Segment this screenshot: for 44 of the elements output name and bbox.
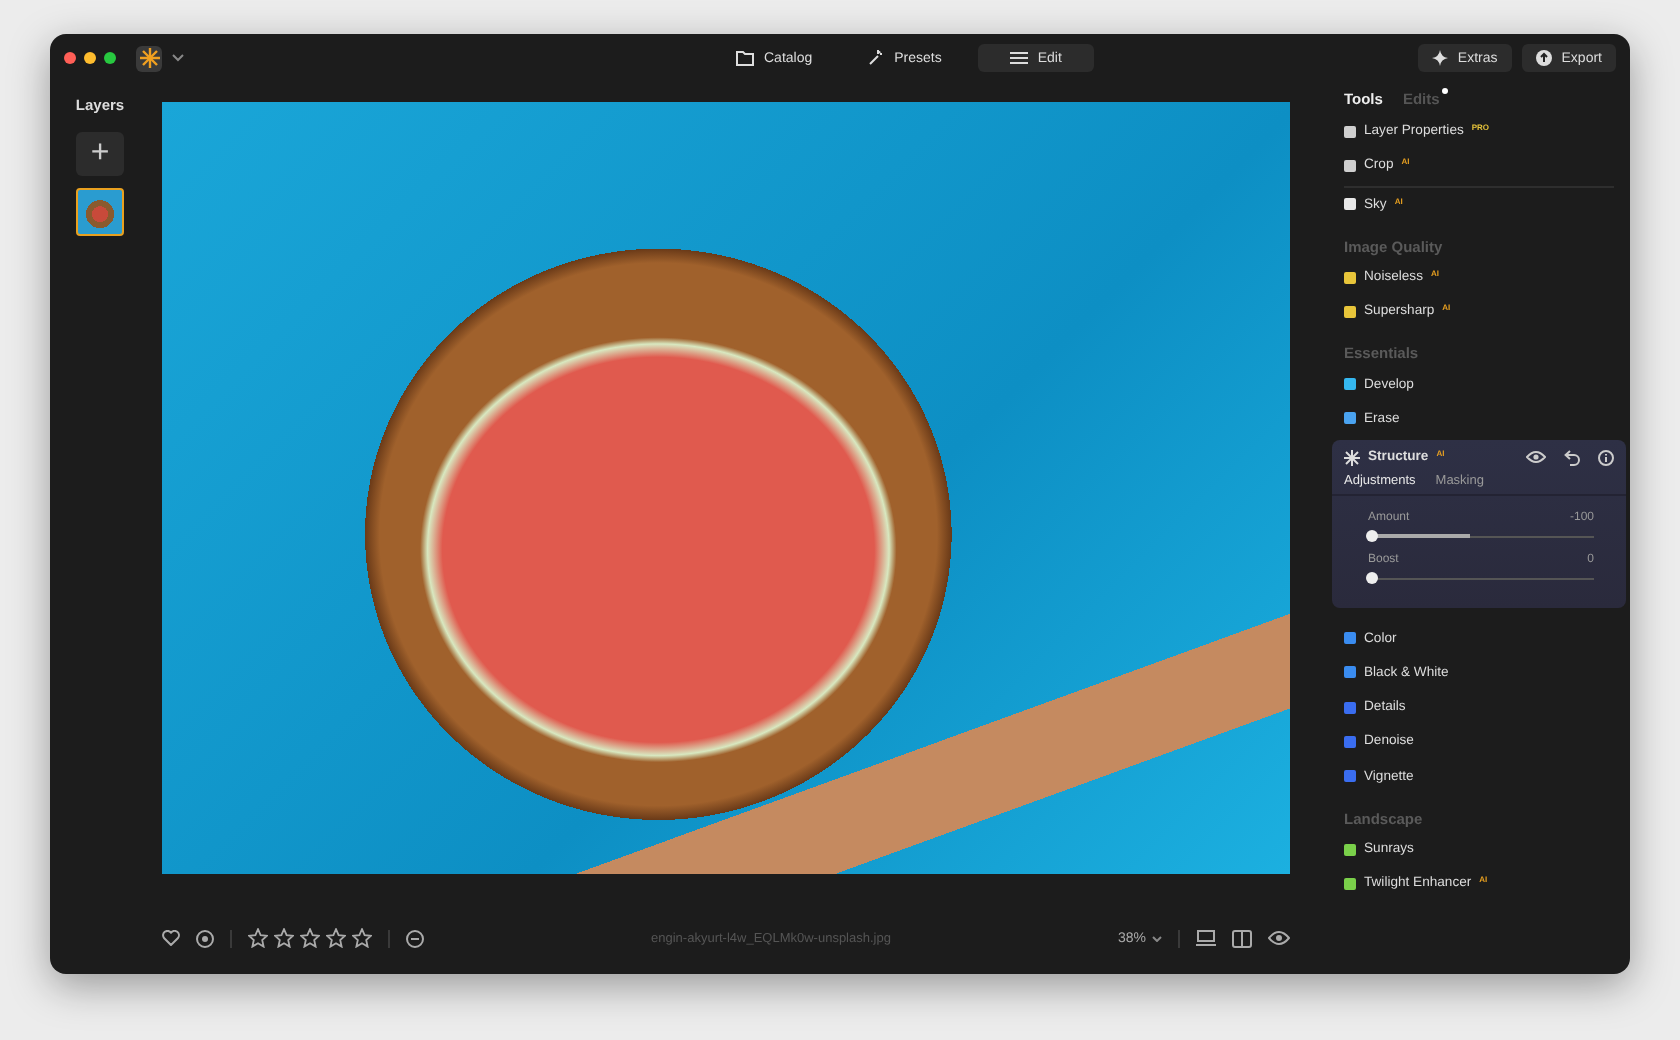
star-icon[interactable] xyxy=(248,928,268,948)
tool-icon xyxy=(1344,159,1356,172)
chevron-down-icon[interactable] xyxy=(1152,935,1162,941)
tool-icon xyxy=(1344,666,1356,679)
tool-icon xyxy=(1344,271,1356,284)
tool-icon xyxy=(1344,412,1356,425)
magic-wand-icon xyxy=(868,50,885,66)
chevron-down-icon[interactable] xyxy=(172,54,184,62)
tool-icon xyxy=(1344,632,1356,645)
tool-icon xyxy=(1344,770,1356,783)
target-icon[interactable] xyxy=(196,929,214,947)
eye-icon[interactable] xyxy=(1268,930,1290,946)
tool-icon xyxy=(1344,125,1356,138)
slider[interactable] xyxy=(1368,572,1594,585)
slider[interactable] xyxy=(1368,530,1594,543)
tool-icon xyxy=(1344,305,1356,318)
tool-icon xyxy=(1344,735,1356,748)
tool-icon xyxy=(1344,877,1356,890)
compare-icon[interactable] xyxy=(1196,929,1216,947)
heart-icon[interactable] xyxy=(162,930,180,946)
tool-icon xyxy=(1344,701,1356,714)
reject-icon[interactable] xyxy=(406,929,424,947)
split-view-icon[interactable] xyxy=(1232,929,1252,947)
add-layer-button[interactable]: + xyxy=(76,132,124,176)
tool-icon xyxy=(1344,843,1356,855)
sliders-icon xyxy=(1009,50,1028,66)
eye-icon[interactable] xyxy=(1526,450,1546,465)
layer-thumbnail[interactable] xyxy=(76,188,124,236)
zoom-button[interactable] xyxy=(104,52,116,64)
upload-icon xyxy=(1535,50,1552,66)
close-button[interactable] xyxy=(64,52,76,64)
structure-icon xyxy=(1344,449,1360,466)
sun-logo-icon[interactable] xyxy=(136,45,162,71)
minimize-button[interactable] xyxy=(84,52,96,64)
star-icon[interactable] xyxy=(300,928,320,948)
undo-icon[interactable] xyxy=(1564,449,1580,466)
tool-icon xyxy=(1344,378,1356,391)
sparkle-icon xyxy=(1431,50,1448,66)
info-icon[interactable] xyxy=(1598,449,1614,466)
star-icon[interactable] xyxy=(326,928,346,948)
tool-icon xyxy=(1344,198,1356,211)
folder-icon xyxy=(736,50,754,66)
star-icon[interactable] xyxy=(352,928,372,948)
star-icon[interactable] xyxy=(274,928,294,948)
